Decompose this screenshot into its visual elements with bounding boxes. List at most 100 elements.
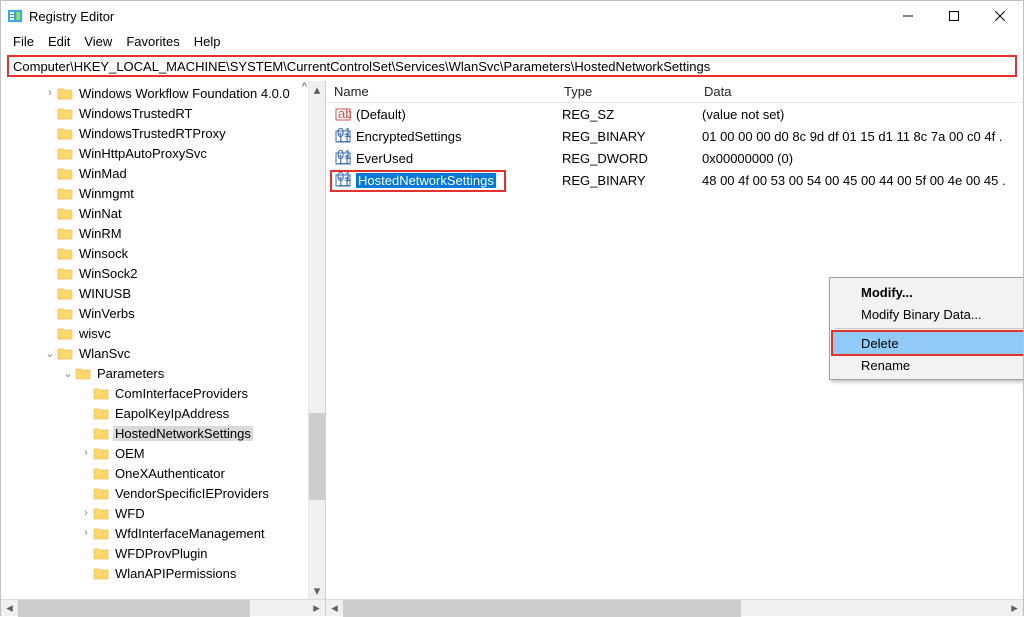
tree-item-label: WindowsTrustedRT <box>77 106 194 121</box>
folder-icon <box>93 426 109 440</box>
chevron-right-icon[interactable]: › <box>43 87 57 99</box>
close-button[interactable] <box>977 1 1023 31</box>
folder-icon <box>93 386 109 400</box>
tree-item-label: OneXAuthenticator <box>113 466 227 481</box>
tree-item[interactable]: WinMad <box>1 163 325 183</box>
column-data[interactable]: Data <box>696 82 1023 101</box>
maximize-button[interactable] <box>931 1 977 31</box>
menu-help[interactable]: Help <box>188 32 227 51</box>
folder-icon <box>57 206 73 220</box>
folder-icon <box>57 166 73 180</box>
value-name: EncryptedSettings <box>356 129 462 144</box>
menu-edit[interactable]: Edit <box>42 32 76 51</box>
tree-item[interactable]: HostedNetworkSettings <box>1 423 325 443</box>
tree-item-label: OEM <box>113 446 147 461</box>
list-pane[interactable]: Name Type Data ab(Default)REG_SZ(value n… <box>326 81 1023 599</box>
tree-item[interactable]: WlanAPIPermissions <box>1 563 325 583</box>
tree-item[interactable]: wisvc <box>1 323 325 343</box>
ctx-modify-binary[interactable]: Modify Binary Data... <box>833 303 1023 325</box>
tree-item[interactable]: ComInterfaceProviders <box>1 383 325 403</box>
chevron-right-icon[interactable]: › <box>79 527 93 539</box>
scroll-up-icon[interactable]: ▴ <box>309 81 325 98</box>
folder-icon <box>57 86 73 100</box>
reg-binary-icon: 011110 <box>334 128 352 144</box>
menu-view[interactable]: View <box>78 32 118 51</box>
tree-item[interactable]: WindowsTrustedRTProxy <box>1 123 325 143</box>
window-title: Registry Editor <box>29 9 114 24</box>
scroll-thumb[interactable] <box>18 600 250 617</box>
tree-pane[interactable]: › Windows Workflow Foundation 4.0.0 Window… <box>1 81 326 599</box>
tree-item[interactable]: ⌄Parameters <box>1 363 325 383</box>
reg-binary-icon: 011110 <box>334 172 352 188</box>
list-horizontal-scrollbar[interactable]: ◂ ▸ <box>326 599 1023 616</box>
value-type: REG_SZ <box>554 107 694 122</box>
tree-item-label: WfdInterfaceManagement <box>113 526 267 541</box>
scroll-down-icon[interactable]: ▾ <box>309 582 325 599</box>
list-row[interactable]: ab(Default)REG_SZ(value not set) <box>326 103 1023 125</box>
column-type[interactable]: Type <box>556 82 696 101</box>
tree-item[interactable]: ⌄WlanSvc <box>1 343 325 363</box>
value-type: REG_BINARY <box>554 129 694 144</box>
tree-item-label: EapolKeyIpAddress <box>113 406 231 421</box>
value-name: HostedNetworkSettings <box>356 173 496 188</box>
scroll-thumb[interactable] <box>309 413 325 500</box>
tree-item[interactable]: Winmgmt <box>1 183 325 203</box>
svg-text:ab: ab <box>338 106 351 121</box>
tree-item[interactable]: WINUSB <box>1 283 325 303</box>
tree-item[interactable]: Winsock <box>1 243 325 263</box>
chevron-right-icon[interactable]: › <box>79 447 93 459</box>
list-row[interactable]: 011110EncryptedSettingsREG_BINARY01 00 0… <box>326 125 1023 147</box>
tree-item[interactable]: EapolKeyIpAddress <box>1 403 325 423</box>
folder-icon <box>57 346 73 360</box>
scroll-right-icon[interactable]: ▸ <box>1006 600 1023 617</box>
column-name[interactable]: Name <box>326 82 556 101</box>
tree-item[interactable]: WinVerbs <box>1 303 325 323</box>
folder-icon <box>57 186 73 200</box>
chevron-right-icon[interactable]: › <box>79 507 93 519</box>
folder-icon <box>57 226 73 240</box>
tree-item-label: WinNat <box>77 206 124 221</box>
tree-item[interactable]: › WfdInterfaceManagement <box>1 523 325 543</box>
context-menu: Modify... Modify Binary Data... Delete R… <box>829 277 1023 380</box>
ctx-delete[interactable]: Delete <box>833 332 1023 354</box>
chevron-down-icon[interactable]: ⌄ <box>61 367 75 380</box>
scroll-thumb[interactable] <box>343 600 741 617</box>
chevron-down-icon[interactable]: ⌄ <box>43 347 57 360</box>
menu-favorites[interactable]: Favorites <box>120 32 185 51</box>
list-header: Name Type Data <box>326 81 1023 103</box>
scroll-right-icon[interactable]: ▸ <box>308 600 325 617</box>
tree-item-label: Windows Workflow Foundation 4.0.0 <box>77 86 292 101</box>
ctx-rename[interactable]: Rename <box>833 354 1023 376</box>
tree-item[interactable]: WinNat <box>1 203 325 223</box>
list-row[interactable]: 011110HostedNetworkSettingsREG_BINARY48 … <box>326 169 1023 191</box>
tree-horizontal-scrollbar[interactable]: ◂ ▸ <box>1 599 326 616</box>
app-icon <box>7 8 23 24</box>
tree-item[interactable]: WindowsTrustedRT <box>1 103 325 123</box>
tree-item[interactable]: WinSock2 <box>1 263 325 283</box>
minimize-button[interactable] <box>885 1 931 31</box>
menu-file[interactable]: File <box>7 32 40 51</box>
tree-item[interactable]: › OEM <box>1 443 325 463</box>
value-data: 0x00000000 (0) <box>694 151 1023 166</box>
folder-icon <box>93 446 109 460</box>
tree-item-label: WINUSB <box>77 286 133 301</box>
tree-item[interactable]: › Windows Workflow Foundation 4.0.0 <box>1 83 325 103</box>
tree-item-label: WindowsTrustedRTProxy <box>77 126 228 141</box>
tree-item[interactable]: ›WFD <box>1 503 325 523</box>
tree-item-label: WinHttpAutoProxySvc <box>77 146 209 161</box>
scroll-left-icon[interactable]: ◂ <box>1 600 18 617</box>
tree-item[interactable]: WinHttpAutoProxySvc <box>1 143 325 163</box>
titlebar: Registry Editor <box>1 1 1023 31</box>
scroll-left-icon[interactable]: ◂ <box>326 600 343 617</box>
tree-item[interactable]: WinRM <box>1 223 325 243</box>
value-type: REG_DWORD <box>554 151 694 166</box>
folder-icon <box>57 306 73 320</box>
tree-item[interactable]: VendorSpecificIEProviders <box>1 483 325 503</box>
tree-item[interactable]: OneXAuthenticator <box>1 463 325 483</box>
address-bar[interactable]: Computer\HKEY_LOCAL_MACHINE\SYSTEM\Curre… <box>7 55 1017 77</box>
ctx-modify[interactable]: Modify... <box>833 281 1023 303</box>
tree-item[interactable]: WFDProvPlugin <box>1 543 325 563</box>
tree-vertical-scrollbar[interactable]: ▴ ▾ <box>308 81 325 599</box>
list-row[interactable]: 011110EverUsedREG_DWORD0x00000000 (0) <box>326 147 1023 169</box>
address-text: Computer\HKEY_LOCAL_MACHINE\SYSTEM\Curre… <box>13 59 710 74</box>
